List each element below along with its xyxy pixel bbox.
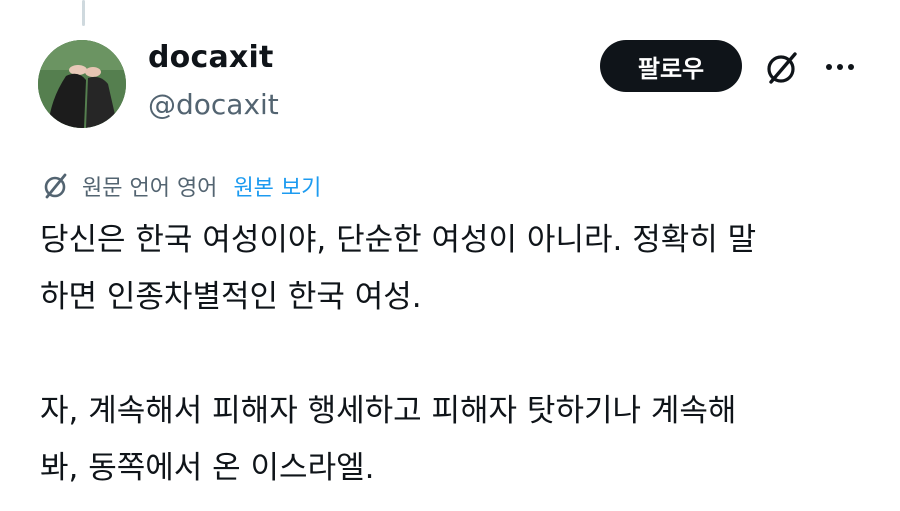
- translation-note: 원문 언어 영어: [82, 176, 218, 201]
- grok-icon[interactable]: [762, 48, 802, 88]
- translation-bar: 원문 언어 영어 원본 보기: [40, 168, 321, 204]
- avatar[interactable]: [38, 40, 126, 128]
- avatar-photo: [38, 40, 126, 128]
- show-original-link[interactable]: 원본 보기: [233, 170, 321, 202]
- tweet-text: 당신은 한국 여성이야, 단순한 여성이 아니라. 정확히 말 하면 인종차별적…: [40, 222, 757, 486]
- thread-connector-line: [82, 0, 85, 26]
- follow-button[interactable]: 팔로우: [600, 40, 742, 92]
- author-display-name[interactable]: docaxit: [148, 40, 274, 75]
- author-handle[interactable]: @docaxit: [148, 88, 279, 121]
- grok-translate-icon: [44, 173, 67, 199]
- more-options-icon[interactable]: [820, 52, 860, 82]
